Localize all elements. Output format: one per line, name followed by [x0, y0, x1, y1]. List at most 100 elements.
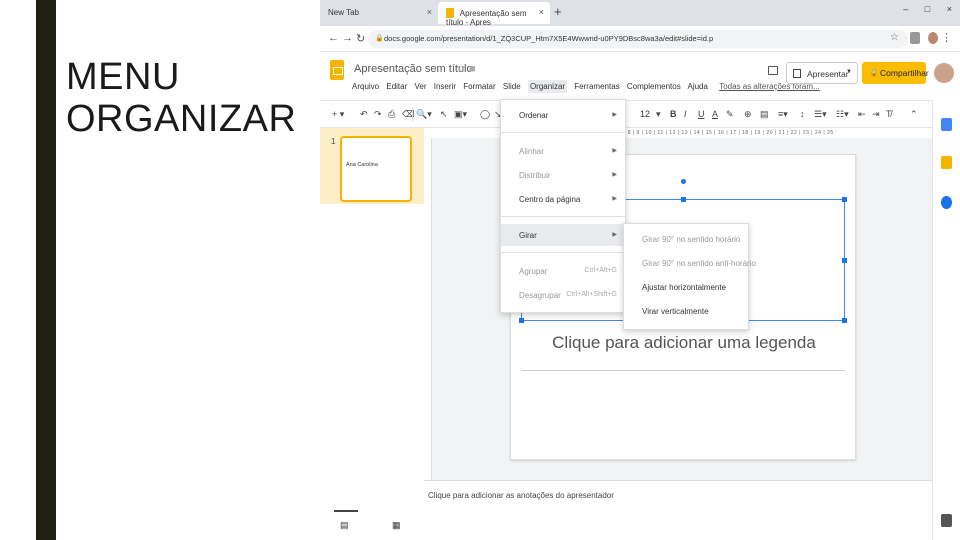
- menu-editar[interactable]: Editar: [386, 82, 407, 91]
- tab-presentation[interactable]: Apresentação sem título - Apres ×: [438, 2, 550, 27]
- menu-item-ordenar[interactable]: Ordenar ▶: [501, 104, 625, 126]
- share-button[interactable]: 🔒 Compartilhar: [862, 62, 929, 84]
- tab-strip: New Tab × Apresentação sem título - Apre…: [320, 0, 960, 27]
- present-icon: [793, 69, 801, 78]
- menu-inserir[interactable]: Inserir: [434, 82, 456, 91]
- calendar-icon[interactable]: [941, 118, 952, 131]
- chevron-right-icon: ▶: [612, 172, 617, 178]
- menu-bar: Arquivo Editar Ver Inserir Formatar Slid…: [352, 80, 825, 93]
- grid-view-icon[interactable]: ▦: [392, 520, 401, 531]
- increase-indent-icon[interactable]: ⇥: [872, 109, 880, 120]
- new-slide-icon[interactable]: + ▾: [332, 109, 344, 120]
- forward-icon[interactable]: →: [342, 32, 353, 44]
- link-icon[interactable]: ⊕: [744, 109, 752, 120]
- redo-icon[interactable]: ↷: [374, 109, 382, 120]
- bold-icon[interactable]: B: [670, 109, 677, 119]
- document-title[interactable]: Apresentação sem título: [354, 63, 473, 75]
- shape-icon[interactable]: ◯: [480, 109, 490, 120]
- zoom-icon[interactable]: 🔍▾: [416, 109, 432, 120]
- menu-item-label: Girar 90° no sentido horário: [642, 235, 741, 244]
- numbered-list-icon[interactable]: ☰▾: [814, 109, 827, 120]
- slide-thumbnail[interactable]: Ana Carolina: [340, 136, 412, 202]
- reload-icon[interactable]: ↻: [356, 32, 365, 45]
- menu-ajuda[interactable]: Ajuda: [687, 82, 707, 91]
- collapse-icon[interactable]: ⌃: [910, 109, 918, 120]
- bookmark-star-icon[interactable]: ☆: [890, 32, 899, 43]
- font-size-caret-icon[interactable]: ▾: [656, 109, 661, 120]
- tab-new-tab[interactable]: New Tab ×: [320, 2, 438, 24]
- text-color-icon[interactable]: A: [712, 109, 718, 119]
- resize-handle[interactable]: [681, 197, 686, 202]
- comment-add-icon[interactable]: ▤: [760, 109, 769, 120]
- more-menu-icon[interactable]: ⋮: [941, 31, 952, 44]
- tasks-icon[interactable]: [941, 196, 952, 209]
- submenu-item-flip-horizontal[interactable]: Ajustar horizontalmente: [624, 276, 748, 298]
- resize-handle[interactable]: [842, 258, 847, 263]
- clear-formatting-icon[interactable]: T̸: [886, 109, 892, 119]
- keep-icon[interactable]: [941, 156, 952, 169]
- menu-item-centro-da-pagina[interactable]: Centro da página ▶: [501, 188, 625, 210]
- menu-item-shortcut: Ctrl+Alt+Shift+G: [566, 291, 617, 298]
- chevron-down-icon[interactable]: ▼: [846, 69, 852, 75]
- avatar[interactable]: [934, 63, 954, 83]
- filmstrip-view-icon[interactable]: ▤: [340, 520, 349, 531]
- extension-icon[interactable]: [910, 32, 920, 44]
- font-size-field[interactable]: 12: [640, 109, 650, 119]
- submenu-item-rotate-clockwise[interactable]: Girar 90° no sentido horário: [624, 228, 748, 250]
- menu-item-alinhar[interactable]: Alinhar ▶: [501, 140, 625, 162]
- address-bar[interactable]: 🔒 docs.google.com/presentation/d/1_ZQ3CU…: [368, 30, 908, 48]
- menu-item-agrupar[interactable]: Agrupar Ctrl+Alt+G: [501, 260, 625, 282]
- subtitle-underline: [521, 370, 845, 371]
- menu-arquivo[interactable]: Arquivo: [352, 82, 379, 91]
- resize-handle[interactable]: [842, 318, 847, 323]
- slide-page: MENU ORGANIZAR New Tab × Apresentação se…: [0, 0, 960, 540]
- close-icon[interactable]: ×: [539, 7, 544, 17]
- resize-handle[interactable]: [842, 197, 847, 202]
- menu-ver[interactable]: Ver: [415, 82, 427, 91]
- menu-separator: [501, 132, 625, 133]
- new-tab-button[interactable]: +: [554, 4, 562, 19]
- italic-icon[interactable]: I: [684, 109, 687, 119]
- decrease-indent-icon[interactable]: ⇤: [858, 109, 866, 120]
- thumbnail-text: Ana Carolina: [346, 162, 378, 168]
- select-icon[interactable]: ↖: [440, 109, 448, 120]
- text-box-icon[interactable]: ▣▾: [454, 109, 467, 120]
- browser-screenshot: New Tab × Apresentação sem título - Apre…: [320, 0, 960, 540]
- menu-slide[interactable]: Slide: [503, 82, 521, 91]
- rotate-handle[interactable]: [681, 179, 686, 184]
- menu-item-desagrupar[interactable]: Desagrupar Ctrl+Alt+Shift+G: [501, 284, 625, 306]
- window-controls[interactable]: – □ ×: [903, 4, 952, 14]
- subtitle-placeholder[interactable]: Clique para adicionar uma legenda: [511, 333, 857, 353]
- menu-item-label: Centro da página: [519, 195, 581, 204]
- comments-icon[interactable]: [768, 66, 778, 75]
- menu-item-label: Agrupar: [519, 267, 548, 276]
- present-button[interactable]: Apresentar ▼: [786, 62, 858, 84]
- bulleted-list-icon[interactable]: ☷▾: [836, 109, 849, 120]
- undo-icon[interactable]: ↶: [360, 109, 368, 120]
- line-spacing-icon[interactable]: ↕: [800, 109, 805, 119]
- profile-icon[interactable]: [928, 32, 938, 44]
- menu-organizar[interactable]: Organizar: [527, 80, 568, 93]
- submenu-item-flip-vertical[interactable]: Virar verticalmente: [624, 300, 748, 322]
- filmstrip-selected-slide[interactable]: 1 Ana Carolina: [320, 128, 424, 204]
- submenu-item-rotate-counterclockwise[interactable]: Girar 90° no sentido anti-horário: [624, 252, 756, 274]
- print-icon[interactable]: ⎙: [388, 109, 395, 120]
- menu-item-girar[interactable]: Girar ▶: [501, 224, 625, 246]
- menu-complementos[interactable]: Complementos: [627, 82, 681, 91]
- slides-logo-icon[interactable]: [330, 60, 344, 80]
- star-icon[interactable]: ☆ ■: [456, 62, 476, 75]
- back-icon[interactable]: ←: [328, 32, 339, 44]
- speaker-notes[interactable]: Clique para adicionar as anotações do ap…: [424, 480, 932, 540]
- menu-formatar[interactable]: Formatar: [463, 82, 495, 91]
- resize-handle[interactable]: [519, 318, 524, 323]
- menu-ferramentas[interactable]: Ferramentas: [574, 82, 619, 91]
- menu-item-label: Desagrupar: [519, 291, 561, 300]
- chevron-right-icon: ▶: [612, 148, 617, 154]
- menu-separator: [501, 216, 625, 217]
- highlight-icon[interactable]: ✎: [726, 109, 734, 120]
- menu-item-distribuir[interactable]: Distribuir ▶: [501, 164, 625, 186]
- close-icon[interactable]: ×: [427, 7, 432, 17]
- add-on-icon[interactable]: [941, 514, 952, 527]
- underline-icon[interactable]: U: [698, 109, 705, 119]
- align-icon[interactable]: ≡▾: [778, 109, 788, 120]
